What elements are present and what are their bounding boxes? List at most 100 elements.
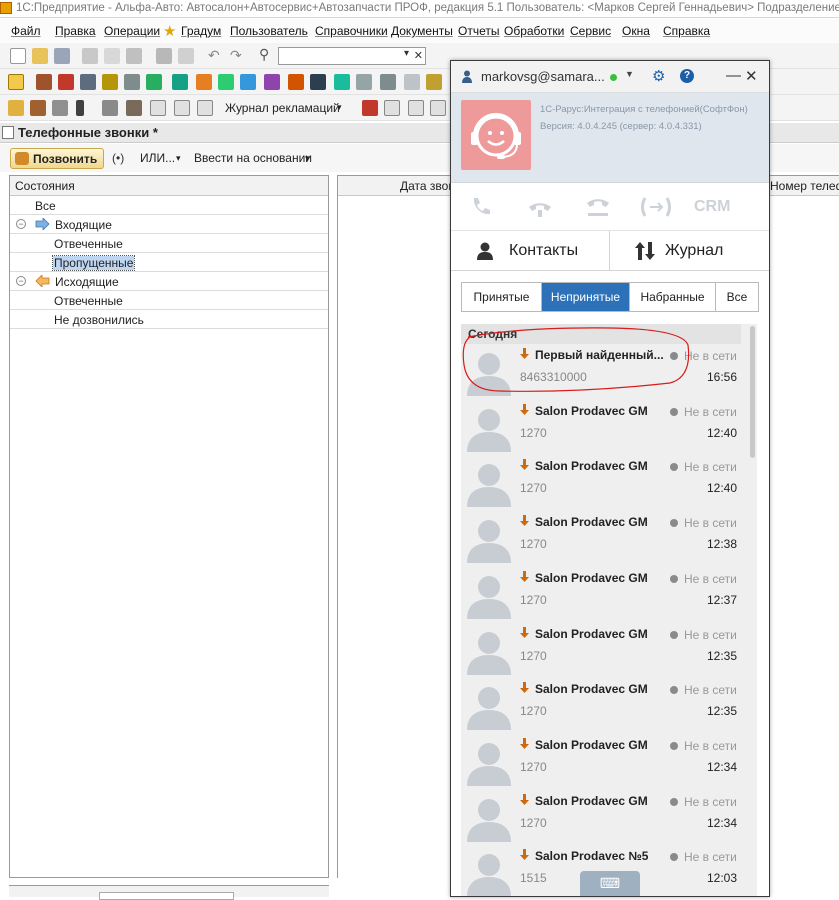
book-icon[interactable] [218, 74, 234, 90]
report-icon[interactable] [8, 74, 24, 90]
menu-documents[interactable]: Документы [391, 24, 453, 38]
column-number[interactable]: Номер телефона [770, 179, 839, 193]
filter-dialed[interactable]: Набранные [630, 283, 716, 311]
wheel-icon[interactable] [52, 100, 68, 116]
table-icon[interactable] [380, 74, 396, 90]
save-icon[interactable] [54, 48, 70, 64]
menu-windows[interactable]: Окна [622, 24, 650, 38]
menu-reports[interactable]: Отчеты [458, 24, 499, 38]
call-item[interactable]: Salon Prodavec GM Не в сети 1270 12:34 [461, 790, 741, 845]
tab-contacts[interactable]: Контакты [451, 231, 610, 271]
redo-icon[interactable]: ↷ [230, 47, 242, 64]
search-icon[interactable]: ⚲ [259, 46, 269, 63]
invoice-icon[interactable] [196, 74, 212, 90]
call-item[interactable]: Salon Prodavec GM Не в сети 1270 12:37 [461, 567, 741, 622]
warehouse-icon[interactable] [264, 74, 280, 90]
hangup-icon[interactable] [527, 195, 553, 219]
bell-icon[interactable] [8, 100, 24, 116]
undo-icon[interactable]: ↶ [208, 47, 220, 64]
hammer-icon[interactable] [126, 100, 142, 116]
crm-button[interactable]: CRM [694, 198, 730, 216]
pointer-icon[interactable] [362, 100, 378, 116]
search-input[interactable]: ▾ ✕ [278, 47, 426, 65]
copy-icon[interactable] [104, 48, 120, 64]
invoice-doc-icon[interactable] [408, 100, 424, 116]
minimize-icon[interactable]: — [726, 67, 741, 84]
state-incoming-answered[interactable]: Отвеченные [10, 234, 328, 253]
collapse-icon[interactable]: − [16, 219, 26, 229]
chart-icon[interactable] [426, 74, 442, 90]
close-icon[interactable]: ✕ [745, 67, 758, 85]
state-outgoing-answered[interactable]: Отвеченные [10, 291, 328, 310]
house-icon[interactable] [58, 74, 74, 90]
network-icon[interactable] [310, 74, 326, 90]
chevron-down-icon[interactable]: ▾ [404, 48, 409, 59]
structure-icon[interactable] [288, 74, 304, 90]
state-incoming-missed[interactable]: Пропущенные [10, 253, 328, 272]
help-icon[interactable]: ? [680, 69, 694, 83]
menu-help[interactable]: Справка [663, 24, 710, 38]
call-item[interactable]: Salon Prodavec GM Не в сети 1270 12:35 [461, 623, 741, 678]
monitor-icon[interactable] [334, 74, 350, 90]
open-folder-icon[interactable] [32, 48, 48, 64]
journal-button[interactable]: Журнал рекламаций [225, 101, 340, 115]
document-icon[interactable] [404, 74, 420, 90]
or-button[interactable]: ИЛИ... [140, 151, 175, 165]
print-icon[interactable] [156, 48, 172, 64]
phone-icon[interactable] [469, 195, 493, 219]
state-all[interactable]: Все [10, 196, 328, 215]
menu-service[interactable]: Сервис [570, 24, 611, 38]
filter-missed[interactable]: Непринятые [542, 283, 630, 311]
paste-icon[interactable] [126, 48, 142, 64]
wrench-icon[interactable] [102, 100, 118, 116]
account-name[interactable]: markovsg@samara... [481, 69, 605, 84]
list-icon[interactable] [356, 74, 372, 90]
call-item[interactable]: Salon Prodavec GM Не в сети 1270 12:40 [461, 455, 741, 510]
person-icon[interactable] [146, 74, 162, 90]
invoice-doc-icon[interactable] [430, 100, 446, 116]
chevron-down-icon[interactable]: ▾ [176, 153, 181, 164]
state-outgoing-failed[interactable]: Не дозвонились [10, 310, 328, 329]
invoice-doc-icon[interactable] [384, 100, 400, 116]
keyboard-toggle-icon[interactable]: ⌨ [580, 871, 640, 896]
dollar-icon[interactable] [172, 74, 188, 90]
call-item[interactable]: Salon Prodavec GM Не в сети 1270 12:35 [461, 678, 741, 733]
clear-icon[interactable]: ✕ [414, 49, 423, 62]
menu-operations[interactable]: Операции [104, 24, 160, 38]
menu-file[interactable]: Файл [11, 24, 41, 38]
menu-processing[interactable]: Обработки [504, 24, 564, 38]
chevron-down-icon[interactable]: ▾ [337, 102, 342, 113]
parts-icon[interactable] [102, 74, 118, 90]
doc-add-icon[interactable] [197, 100, 213, 116]
tools-icon[interactable] [124, 74, 140, 90]
based-on-button[interactable]: Ввести на основании [194, 151, 312, 165]
chevron-down-icon[interactable]: ▾ [305, 153, 310, 164]
new-document-icon[interactable] [10, 48, 26, 64]
box-icon[interactable] [30, 100, 46, 116]
pin-icon[interactable] [76, 100, 84, 116]
building-icon[interactable] [36, 74, 52, 90]
tab-journal[interactable]: Журнал [610, 231, 769, 271]
menu-gradum[interactable]: Градум [181, 24, 221, 38]
filter-all[interactable]: Все [716, 283, 758, 311]
call-item[interactable]: Salon Prodavec GM Не в сети 1270 12:38 [461, 511, 741, 566]
call-item[interactable]: Salon Prodavec GM Не в сети 1270 12:34 [461, 734, 741, 789]
doc-add-icon[interactable] [150, 100, 166, 116]
radio-waves-icon[interactable]: (•) [112, 151, 124, 165]
state-outgoing[interactable]: − Исходящие [10, 272, 328, 291]
collapse-icon[interactable]: − [16, 276, 26, 286]
gear-icon[interactable]: ⚙ [652, 69, 665, 84]
call-item[interactable]: Salon Prodavec GM Не в сети 1270 12:40 [461, 400, 741, 455]
state-incoming[interactable]: − Входящие [10, 215, 328, 234]
chevron-down-icon[interactable]: ▼ [625, 69, 634, 79]
car-icon[interactable] [80, 74, 96, 90]
preview-icon[interactable] [178, 48, 194, 64]
menu-user[interactable]: Пользователь [230, 24, 308, 38]
menu-catalogs[interactable]: Справочники [315, 24, 388, 38]
calendar-icon[interactable] [240, 74, 256, 90]
transfer-icon[interactable] [639, 195, 673, 219]
filter-accepted[interactable]: Принятые [462, 283, 542, 311]
doc-add-icon[interactable] [174, 100, 190, 116]
menu-edit[interactable]: Правка [55, 24, 96, 38]
hold-icon[interactable] [585, 195, 611, 219]
